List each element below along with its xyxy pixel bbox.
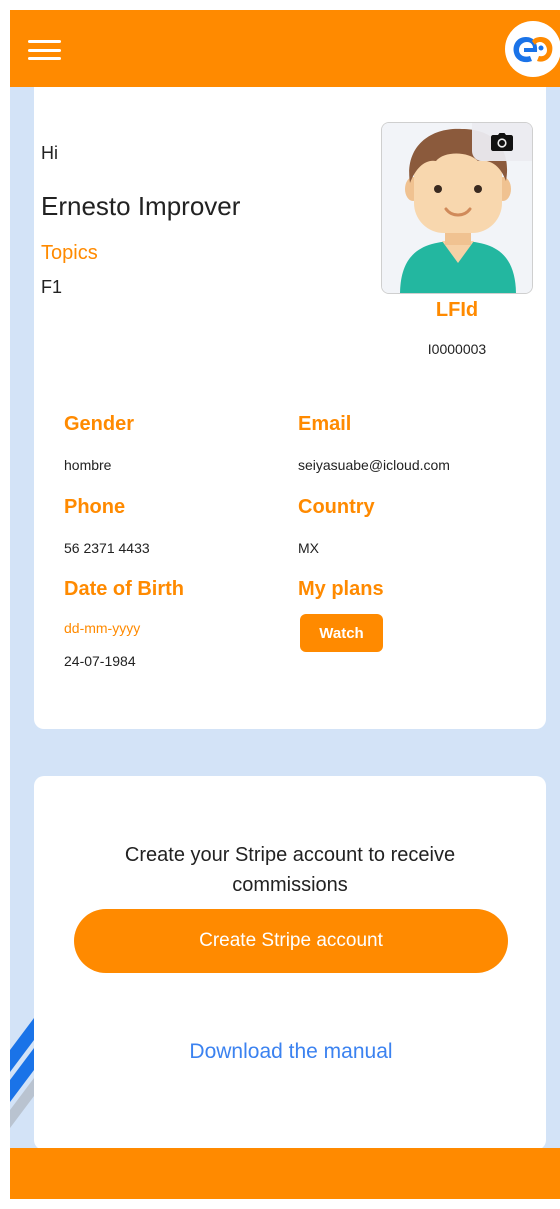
bottom-bar — [10, 1148, 560, 1199]
change-photo-button[interactable] — [472, 123, 532, 161]
my-plans-label: My plans — [298, 578, 384, 600]
hamburger-menu-icon[interactable] — [28, 40, 61, 60]
phone-label: Phone — [64, 496, 126, 518]
country-label: Country — [298, 496, 375, 518]
profile-card: Hi Ernesto Improver Topics F1 LFId I0000… — [34, 87, 546, 729]
top-bar — [10, 10, 560, 87]
user-avatar[interactable] — [381, 122, 533, 294]
gender-label: Gender — [64, 413, 135, 435]
phone-value: 56 2371 4433 — [64, 540, 150, 556]
gender-value: hombre — [64, 457, 112, 473]
create-stripe-account-button[interactable]: Create Stripe account — [74, 909, 508, 973]
lfid-label: LFId — [435, 299, 479, 321]
greeting-text: Hi — [41, 143, 58, 163]
email-label: Email — [298, 413, 352, 435]
topics-label: Topics — [41, 242, 98, 264]
download-manual-link[interactable]: Download the manual — [74, 1040, 508, 1064]
stripe-message: Create your Stripe account to receive co… — [124, 844, 456, 896]
app-logo — [505, 21, 560, 77]
user-name: Ernesto Improver — [41, 191, 241, 221]
camera-icon — [491, 133, 513, 151]
dob-value: 24-07-1984 — [64, 653, 136, 669]
country-value: MX — [298, 540, 319, 556]
app-frame: Hi Ernesto Improver Topics F1 LFId I0000… — [10, 10, 560, 1199]
email-value: seiyasuabe@icloud.com — [298, 457, 450, 473]
stripe-card: Create your Stripe account to receive co… — [34, 776, 546, 1150]
topics-value: F1 — [41, 277, 63, 297]
dob-format-hint: dd-mm-yyyy — [64, 620, 141, 636]
dob-label: Date of Birth — [64, 578, 184, 600]
watch-plans-button[interactable]: Watch — [300, 614, 383, 652]
lfid-value: I0000003 — [427, 341, 487, 357]
